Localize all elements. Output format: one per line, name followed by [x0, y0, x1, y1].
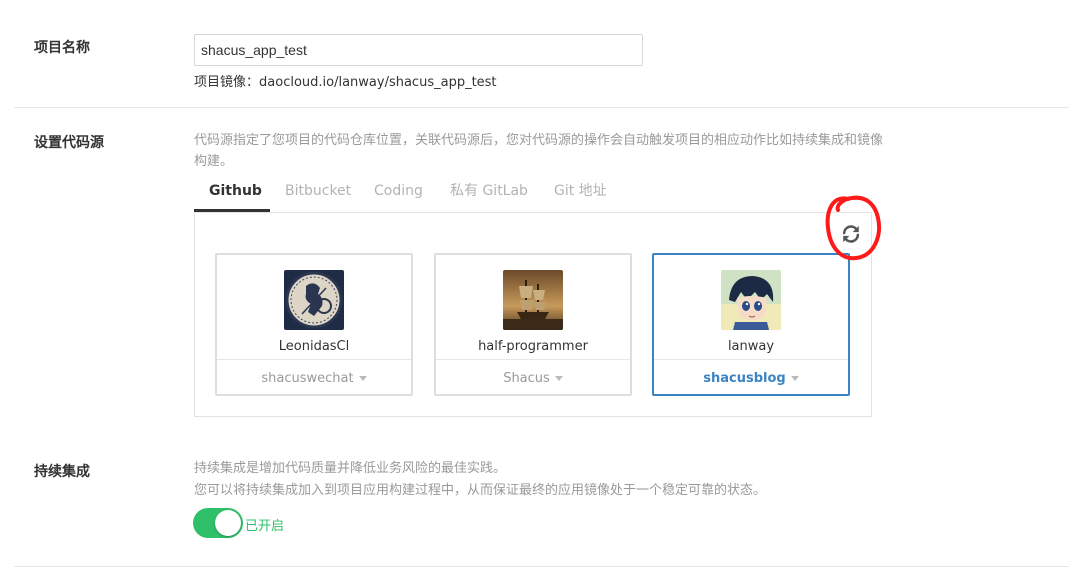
card-divider: [654, 359, 848, 360]
toggle-knob: [215, 510, 241, 536]
code-source-tabs: Github Bitbucket Coding 私有 GitLab Git 地址: [194, 178, 872, 213]
tab-git-address[interactable]: Git 地址: [554, 178, 607, 212]
tab-github[interactable]: Github: [209, 178, 262, 212]
caret-down-icon: [554, 376, 563, 381]
card-divider: [217, 359, 411, 360]
caret-down-icon: [358, 376, 367, 381]
ci-description-line1: 持续集成是增加代码质量并降低业务风险的最佳实践。: [194, 461, 507, 476]
refresh-button[interactable]: [833, 216, 869, 252]
account-username: LeonidasCl: [278, 339, 350, 354]
account-username: half-programmer: [478, 339, 588, 354]
org-name: shacusblog: [703, 371, 786, 386]
project-name-input[interactable]: [194, 34, 643, 66]
ci-toggle[interactable]: [193, 508, 243, 538]
anime-character-avatar-icon: [721, 270, 781, 330]
section-divider: [14, 566, 1069, 567]
account-username: lanway: [727, 339, 775, 354]
org-select[interactable]: shacuswechat: [217, 371, 411, 386]
refresh-icon: [842, 225, 860, 243]
card-divider: [436, 359, 630, 360]
tab-private-gitlab[interactable]: 私有 GitLab: [450, 178, 528, 212]
org-select[interactable]: Shacus: [436, 371, 630, 386]
caret-down-icon: [790, 376, 799, 381]
org-name: Shacus: [503, 371, 550, 386]
org-name: shacuswechat: [261, 371, 354, 386]
code-source-description: 代码源指定了您项目的代码仓库位置，关联代码源后，您对代码源的操作会自动触发项目的…: [194, 133, 884, 169]
account-card-leonidascl[interactable]: LeonidasCl shacuswechat: [215, 253, 413, 396]
account-card-half-programmer[interactable]: half-programmer Shacus: [434, 253, 632, 396]
project-mirror-value: daocloud.io/lanway/shacus_app_test: [259, 75, 497, 90]
ci-description-line2: 您可以将持续集成加入到项目应用构建过程中，从而保证最终的应用镜像处于一个稳定可靠…: [194, 483, 767, 498]
project-mirror-key: 项目镜像：: [194, 75, 260, 90]
sailing-ship-avatar-icon: [503, 270, 563, 330]
org-select[interactable]: shacusblog: [654, 371, 848, 386]
account-card-lanway[interactable]: lanway shacusblog: [652, 253, 850, 396]
ci-label: 持续集成: [34, 464, 90, 480]
tab-coding[interactable]: Coding: [374, 178, 423, 212]
tab-bitbucket[interactable]: Bitbucket: [285, 178, 351, 212]
ci-toggle-label: 已开启: [245, 519, 285, 534]
code-source-label: 设置代码源: [34, 135, 104, 151]
project-name-label: 项目名称: [34, 40, 90, 56]
project-mirror: 项目镜像：daocloud.io/lanway/shacus_app_test: [194, 71, 497, 90]
section-divider: [14, 107, 1069, 108]
greek-warrior-avatar-icon: [284, 270, 344, 330]
